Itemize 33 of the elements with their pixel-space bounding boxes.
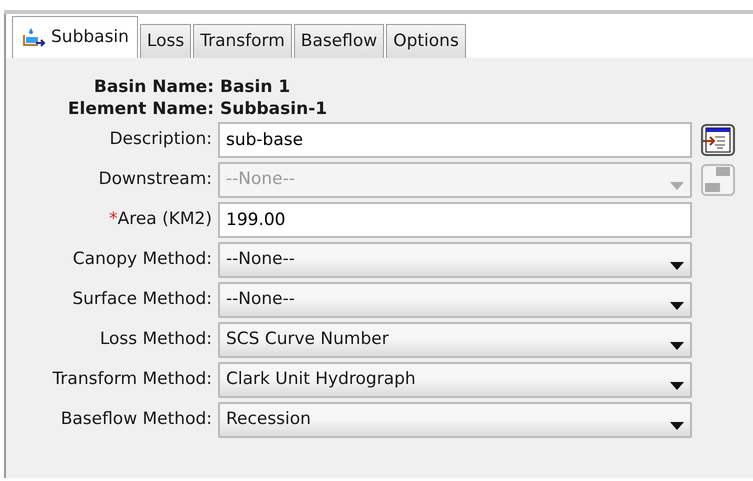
header-value: Basin 1 <box>220 76 290 98</box>
editor-button[interactable] <box>700 123 736 157</box>
field-label: Baseflow Method: <box>60 408 213 432</box>
tab[interactable]: Transform <box>193 24 292 58</box>
required-mark: * <box>109 208 118 232</box>
field-label: Canopy Method: <box>72 248 213 272</box>
dropdown[interactable]: Recession <box>218 402 692 438</box>
header-value: Subbasin-1 <box>220 98 328 120</box>
caret-icon <box>670 262 684 270</box>
field-label: Description: <box>108 128 213 152</box>
field-label: Downstream: <box>98 168 213 192</box>
tab[interactable]: Baseflow <box>294 24 384 58</box>
dropdown[interactable]: Clark Unit Hydrograph <box>218 362 692 398</box>
field-label: Loss Method: <box>98 328 213 352</box>
dropdown[interactable]: --None-- <box>218 242 692 278</box>
tab[interactable]: Options <box>386 24 466 58</box>
dropdown[interactable]: --None-- <box>218 282 692 318</box>
caret-icon <box>670 302 684 310</box>
field-label: Surface Method: <box>71 288 213 312</box>
field-label: Transform Method: <box>52 368 213 392</box>
input-field[interactable]: sub-base <box>218 122 692 158</box>
field-label: Area (KM2) <box>118 208 212 232</box>
header-label: Basin Name: <box>92 76 215 98</box>
header-label: Element Name: <box>66 98 215 120</box>
caret-icon <box>670 182 684 190</box>
tab[interactable]: Loss <box>140 24 192 58</box>
dropdown[interactable]: SCS Curve Number <box>218 322 692 358</box>
tab[interactable]: Subbasin <box>12 16 138 58</box>
caret-icon <box>670 342 684 350</box>
input-field[interactable]: 199.00 <box>218 202 692 238</box>
caret-icon <box>670 382 684 390</box>
subbasin-icon <box>21 26 47 50</box>
caret-icon <box>670 422 684 430</box>
